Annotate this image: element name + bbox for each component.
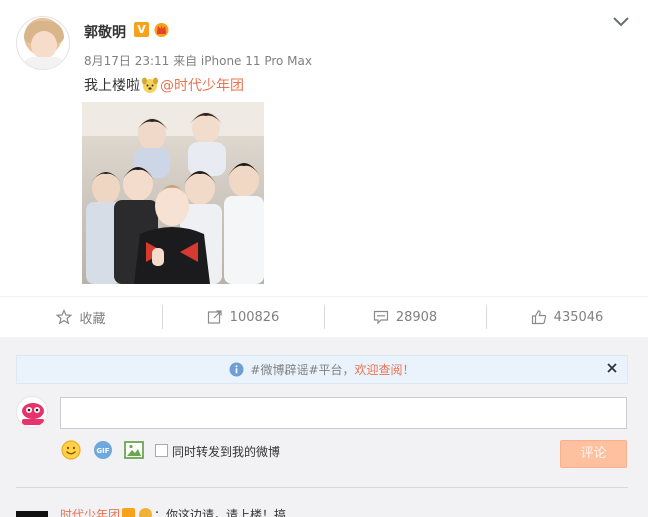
repost-icon	[207, 310, 222, 324]
star-icon	[56, 309, 73, 325]
post-text: 我上楼啦 @时代少年团	[84, 75, 244, 95]
verified-badge-icon-small	[122, 508, 136, 517]
post-photo[interactable]	[82, 102, 264, 284]
verified-badge-icon[interactable]: V	[134, 22, 149, 37]
post-meta: 8月17日 23:11 来自 iPhone 11 Pro Max	[84, 54, 312, 68]
next-comment-text: ：你这边请，请上楼！搞	[154, 508, 287, 517]
next-comment: 时代少年团 ：你这边请，请上楼！搞	[60, 506, 286, 517]
crown-badge-icon[interactable]	[153, 21, 170, 37]
post-text-body: 我上楼啦	[84, 78, 140, 94]
commenter-avatar[interactable]	[16, 396, 48, 428]
info-icon	[229, 362, 244, 377]
next-comment-author[interactable]: 时代少年团	[60, 506, 120, 517]
sync-repost-label[interactable]: 同时转发到我的微博	[172, 443, 280, 460]
notice-text: #微博辟谣#平台，	[250, 363, 355, 377]
gif-icon[interactable]: GIF	[92, 439, 114, 461]
sync-repost-checkbox[interactable]	[155, 444, 168, 457]
chevron-down-icon[interactable]	[612, 16, 630, 28]
close-icon[interactable]	[606, 362, 618, 374]
repost-count: 100826	[229, 309, 280, 325]
next-comment-avatar[interactable]	[16, 511, 48, 517]
image-icon[interactable]	[123, 439, 145, 461]
comment-input[interactable]	[60, 397, 627, 429]
thumbs-up-icon	[531, 310, 546, 325]
favorite-label: 收藏	[79, 311, 106, 327]
like-button[interactable]: 435046	[486, 297, 648, 337]
rumor-notice: #微博辟谣#平台， 欢迎查阅！	[16, 355, 628, 384]
emoji-icon[interactable]	[60, 439, 82, 461]
repost-button[interactable]: 100826	[162, 297, 324, 337]
favorite-button[interactable]: 收藏	[0, 297, 162, 337]
author-name[interactable]: 郭敬明	[84, 22, 126, 42]
notice-link[interactable]: 欢迎查阅！	[355, 361, 415, 378]
like-count: 435046	[553, 309, 604, 325]
comment-icon	[373, 310, 388, 325]
crown-badge-icon-small	[139, 508, 153, 517]
comment-count: 28908	[395, 309, 438, 325]
author-avatar[interactable]	[16, 16, 70, 70]
comment-divider	[16, 487, 628, 488]
submit-comment-button[interactable]: 评论	[560, 440, 627, 468]
mention-link[interactable]: @时代少年团	[160, 75, 244, 95]
comment-button[interactable]: 28908	[324, 297, 486, 337]
dog-emoji-icon	[142, 77, 158, 93]
svg-text:GIF: GIF	[96, 447, 109, 455]
action-bar: 收藏 100826 28908 435046	[0, 296, 648, 337]
